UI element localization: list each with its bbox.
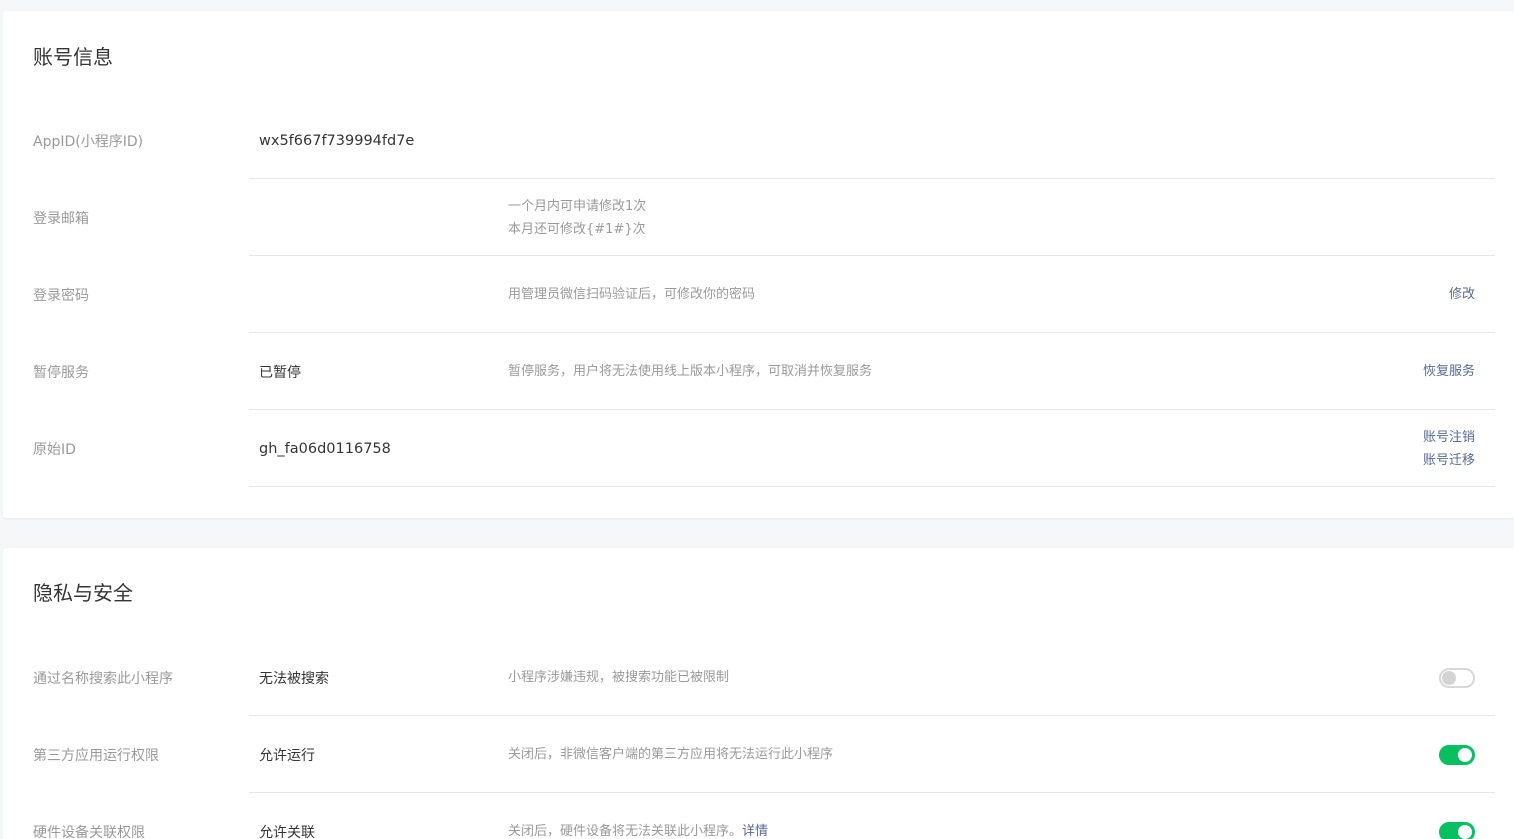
pause-service-desc: 暂停服务，用户将无法使用线上版本小程序，可取消并恢复服务 (508, 333, 872, 410)
account-migrate-link[interactable]: 账号迁移 (1423, 449, 1475, 472)
pause-service-label: 暂停服务 (33, 364, 89, 381)
search-by-name-row: 通过名称搜索此小程序 无法被搜索 小程序涉嫌违规，被搜索功能已被限制 (3, 639, 1514, 716)
third-party-run-label: 第三方应用运行权限 (33, 747, 159, 764)
account-info-title: 账号信息 (33, 45, 113, 69)
account-info-card: 账号信息 AppID(小程序ID) wx5f667f739994fd7e 登录邮… (3, 11, 1514, 518)
resume-service-link[interactable]: 恢复服务 (1423, 360, 1475, 383)
pause-service-desc-text: 暂停服务，用户将无法使用线上版本小程序，可取消并恢复服务 (508, 364, 873, 379)
search-by-name-toggle[interactable] (1439, 667, 1475, 688)
original-id-row: 原始ID gh_fa06d0116758 账号注销 账号迁移 (3, 410, 1514, 487)
login-email-desc: 一个月内可申请修改1次 本月还可修改{#1#}次 (508, 179, 646, 256)
appid-row: AppID(小程序ID) wx5f667f739994fd7e (3, 102, 1514, 179)
login-password-actions: 修改 (1449, 256, 1475, 333)
third-party-run-toggle[interactable] (1439, 744, 1475, 765)
login-password-row: 登录密码 用管理员微信扫码验证后，可修改你的密码 修改 (3, 256, 1514, 333)
account-cancel-link[interactable]: 账号注销 (1423, 426, 1475, 449)
search-by-name-desc-text: 小程序涉嫌违规，被搜索功能已被限制 (508, 670, 730, 685)
login-password-label: 登录密码 (33, 287, 89, 304)
hardware-link-desc: 关闭后，硬件设备将无法关联此小程序。详情 (508, 793, 768, 839)
pause-service-row: 暂停服务 已暂停 暂停服务，用户将无法使用线上版本小程序，可取消并恢复服务 恢复… (3, 333, 1514, 410)
modify-password-link[interactable]: 修改 (1449, 283, 1475, 306)
pause-service-value: 已暂停 (259, 364, 301, 381)
privacy-security-card: 隐私与安全 通过名称搜索此小程序 无法被搜索 小程序涉嫌违规，被搜索功能已被限制… (3, 548, 1514, 839)
third-party-run-desc: 关闭后，非微信客户端的第三方应用将无法运行此小程序 (508, 716, 833, 793)
toggle-knob (1458, 747, 1472, 762)
hardware-link-value: 允许关联 (259, 824, 315, 839)
privacy-security-title: 隐私与安全 (33, 581, 133, 605)
appid-value: wx5f667f739994fd7e (259, 132, 415, 149)
toggle-knob (1458, 824, 1472, 839)
search-by-name-desc: 小程序涉嫌违规，被搜索功能已被限制 (508, 639, 729, 716)
third-party-run-row: 第三方应用运行权限 允许运行 关闭后，非微信客户端的第三方应用将无法运行此小程序 (3, 716, 1514, 793)
hardware-link-label: 硬件设备关联权限 (33, 824, 145, 839)
row-divider (249, 486, 1495, 487)
toggle-knob (1442, 670, 1456, 685)
original-id-actions: 账号注销 账号迁移 (1423, 410, 1475, 487)
login-email-desc-line-1: 一个月内可申请修改1次 (508, 198, 647, 214)
third-party-run-desc-text: 关闭后，非微信客户端的第三方应用将无法运行此小程序 (508, 747, 834, 762)
login-email-label: 登录邮箱 (33, 210, 89, 227)
hardware-link-desc-wrap: 关闭后，硬件设备将无法关联此小程序。详情 (508, 820, 768, 839)
appid-label: AppID(小程序ID) (33, 133, 144, 150)
login-email-row: 登录邮箱 一个月内可申请修改1次 本月还可修改{#1#}次 (3, 179, 1514, 256)
login-email-desc-line-2: 本月还可修改{#1#}次 (508, 221, 646, 237)
search-by-name-value: 无法被搜索 (259, 670, 329, 687)
hardware-link-details-link[interactable]: 详情 (742, 824, 768, 839)
login-password-desc-text: 用管理员微信扫码验证后，可修改你的密码 (508, 287, 756, 302)
pause-service-actions: 恢复服务 (1423, 333, 1475, 410)
original-id-value: gh_fa06d0116758 (259, 440, 391, 457)
settings-page: 账号信息 AppID(小程序ID) wx5f667f739994fd7e 登录邮… (0, 0, 1514, 839)
login-password-desc: 用管理员微信扫码验证后，可修改你的密码 (508, 256, 755, 333)
third-party-run-value: 允许运行 (259, 747, 315, 764)
original-id-label: 原始ID (33, 441, 76, 458)
hardware-link-row: 硬件设备关联权限 允许关联 关闭后，硬件设备将无法关联此小程序。详情 (3, 793, 1514, 839)
search-by-name-label: 通过名称搜索此小程序 (33, 670, 173, 687)
hardware-link-desc-text: 关闭后，硬件设备将无法关联此小程序。 (508, 824, 743, 839)
hardware-link-toggle[interactable] (1439, 821, 1475, 839)
